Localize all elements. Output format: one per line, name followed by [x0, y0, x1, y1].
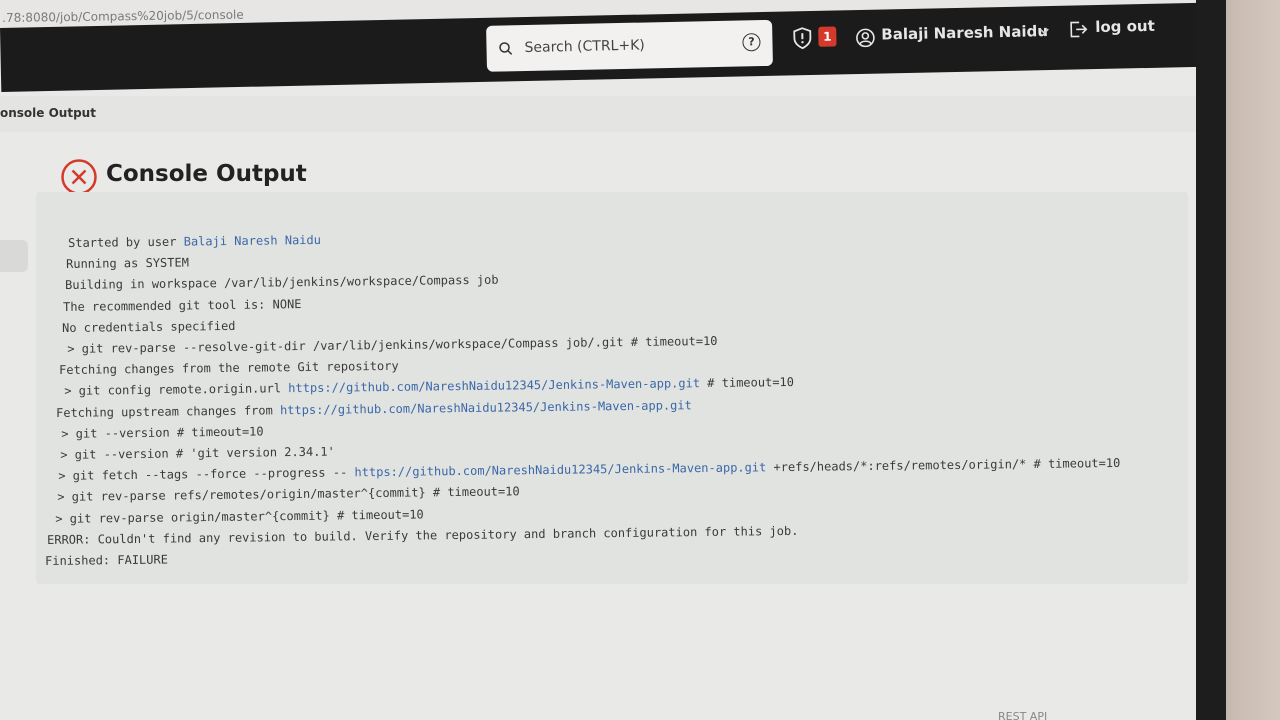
console-line-text: No credentials specified	[61, 318, 236, 335]
console-output: Started by user Balaji Naresh Naidu Runni…	[0, 0, 1200, 568]
console-line: > git rev-parse --resolve-git-dir /var/l…	[60, 334, 718, 356]
console-line-text: > git config remote.origin.url	[57, 381, 289, 399]
console-line-text: Running as SYSTEM	[66, 255, 190, 272]
console-line-text: > git --version # timeout=10	[54, 424, 264, 441]
console-line-text: > git rev-parse --resolve-git-dir /var/l…	[60, 333, 718, 356]
monitor-bezel	[1196, 0, 1226, 720]
console-line-text: Fetching changes from the remote Git rep…	[58, 359, 399, 378]
repository-link[interactable]: https://github.com/NareshNaidu12345/Jenk…	[288, 377, 700, 396]
browser-screen: .78:8080/job/Compass%20job/5/console Sea…	[0, 0, 1210, 720]
console-line: > git config remote.origin.url https://g…	[57, 375, 794, 398]
console-line: The recommended git tool is: NONE	[63, 297, 302, 314]
console-line: Building in workspace /var/lib/jenkins/w…	[65, 273, 499, 292]
console-line: Running as SYSTEM	[66, 256, 189, 271]
console-line-suffix: # timeout=10	[700, 375, 795, 391]
console-line: No credentials specified	[62, 319, 236, 335]
console-line-text: Finished: FAILURE	[45, 552, 168, 568]
console-line: Finished: FAILURE	[45, 552, 168, 567]
console-line: > git --version # timeout=10	[54, 424, 264, 441]
console-line-text: Fetching upstream changes from	[55, 402, 280, 420]
console-line: Started by user Balaji Naresh Naidu	[68, 233, 321, 250]
console-line-text: Started by user	[68, 234, 184, 250]
console-line-text: The recommended git tool is: NONE	[63, 296, 302, 314]
rest-api-link[interactable]: REST API	[998, 710, 1047, 720]
user-link[interactable]: Balaji Naresh Naidu	[184, 233, 321, 249]
console-line-text: Building in workspace /var/lib/jenkins/w…	[64, 273, 499, 293]
console-line: Fetching changes from the remote Git rep…	[59, 359, 399, 377]
